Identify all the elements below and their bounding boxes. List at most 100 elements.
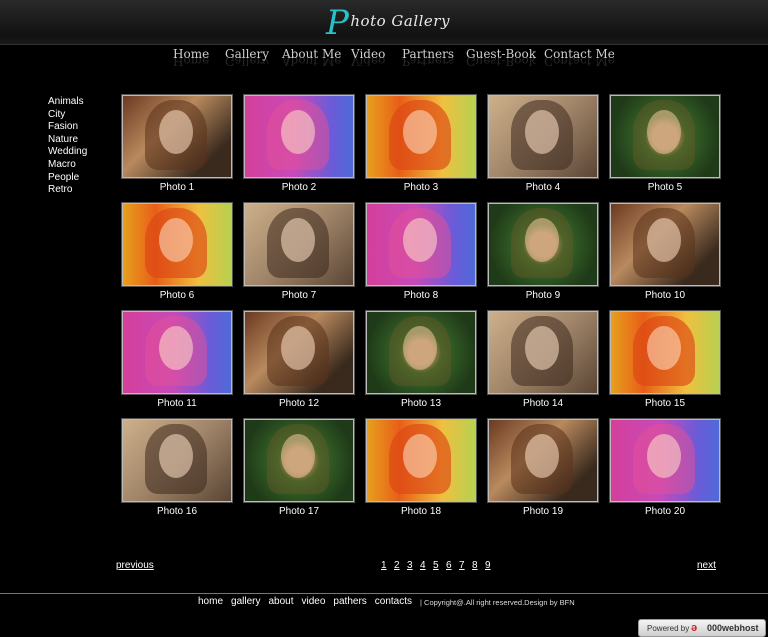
photo-caption: Photo 1	[159, 182, 195, 193]
photo-thumbnail[interactable]	[609, 310, 721, 395]
page-6-link[interactable]: 6	[446, 560, 452, 571]
photo-thumbnail[interactable]	[365, 310, 477, 395]
photo-card: Photo 6	[121, 202, 234, 301]
thumbnail-face-shape	[281, 218, 315, 262]
photo-thumbnail[interactable]	[121, 94, 233, 179]
category-fasion[interactable]: Fasion	[48, 121, 87, 134]
thumbnail-face-shape	[525, 326, 559, 370]
photo-thumbnail[interactable]	[121, 310, 233, 395]
nav-partners[interactable]: Partners Partners	[402, 47, 454, 68]
category-wedding[interactable]: Wedding	[48, 146, 87, 159]
photo-card: Photo 16	[121, 418, 234, 517]
photo-thumbnail[interactable]	[121, 418, 233, 503]
thumbnail-face-shape	[647, 110, 681, 154]
photo-thumbnail[interactable]	[243, 94, 355, 179]
photo-thumbnail[interactable]	[365, 94, 477, 179]
photo-card: Photo 8	[365, 202, 478, 301]
photo-thumbnail[interactable]	[609, 202, 721, 287]
photo-thumbnail[interactable]	[243, 418, 355, 503]
thumbnail-face-shape	[159, 110, 193, 154]
photo-caption: Photo 17	[278, 506, 320, 517]
powered-by-badge[interactable]: Powered by ə 000webhost	[638, 619, 766, 637]
footer-gallery-link[interactable]: gallery	[231, 596, 260, 607]
photo-caption: Photo 15	[644, 398, 686, 409]
nav-video[interactable]: Video Video	[351, 47, 385, 68]
photo-caption: Photo 4	[525, 182, 561, 193]
photo-caption: Photo 9	[525, 290, 561, 301]
thumbnail-face-shape	[281, 434, 315, 478]
thumbnail-face-shape	[159, 434, 193, 478]
nav-reflection: Gallery	[225, 58, 270, 68]
main-nav: Home Home Gallery Gallery About Me About Me Vi…	[0, 44, 768, 74]
logo-text: hoto Gallery	[350, 12, 450, 30]
photo-card: Photo 19	[487, 418, 600, 517]
thumbnail-face-shape	[525, 434, 559, 478]
photo-card: Photo 9	[487, 202, 600, 301]
powered-by-label: Powered by	[647, 624, 690, 633]
photo-thumbnail[interactable]	[487, 310, 599, 395]
photo-card: Photo 15	[609, 310, 722, 409]
thumbnail-face-shape	[281, 326, 315, 370]
photo-thumbnail[interactable]	[487, 202, 599, 287]
footer-pathers-link[interactable]: pathers	[333, 596, 366, 607]
thumbnail-face-shape	[647, 434, 681, 478]
category-nature[interactable]: Nature	[48, 134, 87, 147]
page-1-link[interactable]: 1	[381, 560, 387, 571]
category-people[interactable]: People	[48, 172, 87, 185]
footer-video-link[interactable]: video	[302, 596, 326, 607]
nav-guest-book[interactable]: Guest-Book Guest-Book	[466, 47, 536, 68]
page-2-link[interactable]: 2	[394, 560, 400, 571]
photo-thumbnail[interactable]	[487, 418, 599, 503]
photo-thumbnail[interactable]	[487, 94, 599, 179]
photo-card: Photo 20	[609, 418, 722, 517]
photo-thumbnail[interactable]	[243, 202, 355, 287]
photo-caption: Photo 5	[647, 182, 683, 193]
page-8-link[interactable]: 8	[472, 560, 478, 571]
nav-about-me[interactable]: About Me About Me	[282, 47, 341, 68]
copyright-text: | Copyright@.All right reserved.Design b…	[420, 598, 575, 607]
photo-thumbnail[interactable]	[243, 310, 355, 395]
nav-reflection: Video	[351, 58, 386, 68]
header-bar: Photo Gallery	[0, 0, 768, 45]
photo-thumbnail[interactable]	[609, 94, 721, 179]
page-3-link[interactable]: 3	[407, 560, 413, 571]
site-logo[interactable]: Photo Gallery	[326, 6, 450, 40]
photo-thumbnail[interactable]	[365, 418, 477, 503]
thumbnail-face-shape	[525, 110, 559, 154]
page-4-link[interactable]: 4	[420, 560, 426, 571]
photo-card: Photo 1	[121, 94, 234, 193]
photo-caption: Photo 16	[156, 506, 198, 517]
photo-caption: Photo 6	[159, 290, 195, 301]
nav-reflection: Guest-Book	[466, 58, 536, 68]
nav-gallery[interactable]: Gallery Gallery	[225, 47, 269, 68]
photo-thumbnail[interactable]	[121, 202, 233, 287]
photo-card: Photo 17	[243, 418, 356, 517]
page-5-link[interactable]: 5	[433, 560, 439, 571]
photo-caption: Photo 11	[157, 398, 197, 409]
footer-about-link[interactable]: about	[268, 596, 293, 607]
category-city[interactable]: City	[48, 109, 87, 122]
photo-thumbnail[interactable]	[609, 418, 721, 503]
category-animals[interactable]: Animals	[48, 96, 87, 109]
footer-contacts-link[interactable]: contacts	[375, 596, 412, 607]
photo-caption: Photo 10	[644, 290, 686, 301]
nav-home[interactable]: Home Home	[173, 47, 209, 68]
category-retro[interactable]: Retro	[48, 184, 87, 197]
photo-thumbnail[interactable]	[365, 202, 477, 287]
previous-link[interactable]: previous	[116, 560, 154, 571]
next-link[interactable]: next	[697, 560, 716, 571]
nav-contact-me[interactable]: Contact Me Contact Me	[544, 47, 615, 68]
photo-caption: Photo 7	[281, 290, 317, 301]
photo-card: Photo 4	[487, 94, 600, 193]
page-9-link[interactable]: 9	[485, 560, 491, 571]
thumbnail-face-shape	[525, 218, 559, 262]
category-macro[interactable]: Macro	[48, 159, 87, 172]
photo-card: Photo 14	[487, 310, 600, 409]
footer-home-link[interactable]: home	[198, 596, 223, 607]
photo-caption: Photo 14	[522, 398, 564, 409]
page-7-link[interactable]: 7	[459, 560, 465, 571]
photo-caption: Photo 13	[400, 398, 442, 409]
photo-caption: Photo 19	[522, 506, 564, 517]
photo-caption: Photo 20	[644, 506, 686, 517]
photo-caption: Photo 8	[403, 290, 439, 301]
